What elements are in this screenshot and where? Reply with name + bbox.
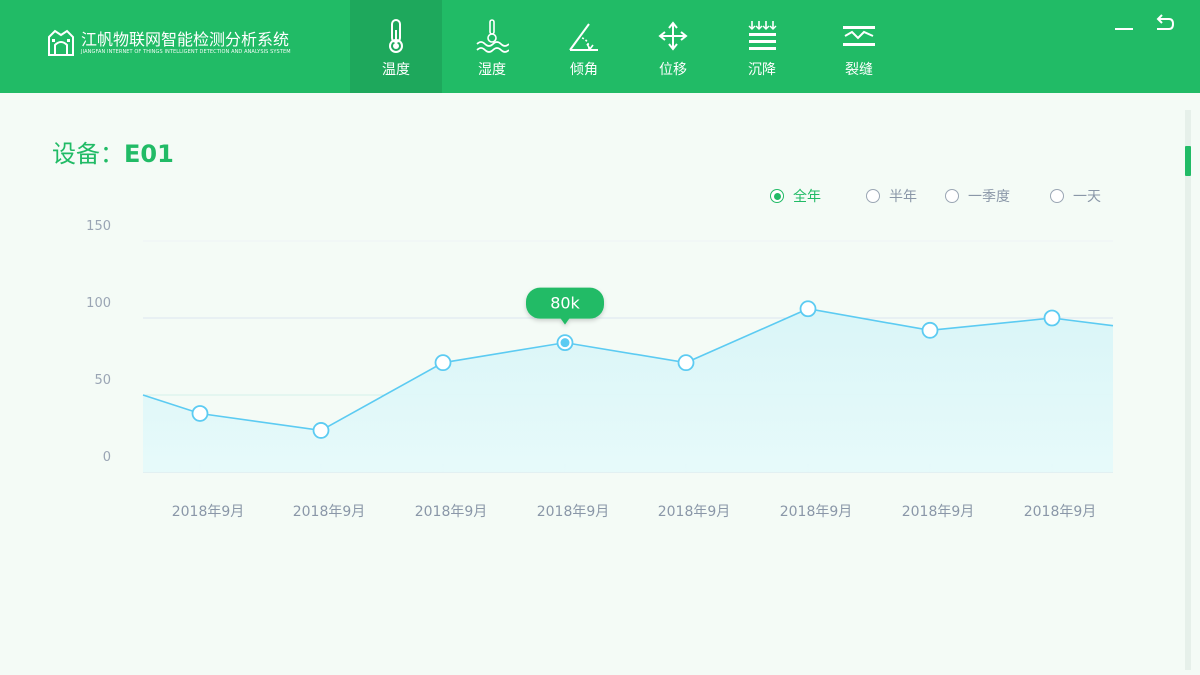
y-tick-label: 100 xyxy=(86,296,111,311)
x-tick-label: 2018年9月 xyxy=(780,504,853,520)
y-tick-label: 150 xyxy=(86,219,111,234)
scrollbar-thumb[interactable] xyxy=(1185,146,1191,176)
x-tick-label: 2018年9月 xyxy=(537,504,610,520)
data-point xyxy=(434,354,452,372)
data-point xyxy=(921,321,939,339)
tooltip-pointer xyxy=(560,317,570,325)
tooltip-text: 80k xyxy=(550,294,580,313)
x-tick-label: 2018年9月 xyxy=(172,504,245,520)
data-point xyxy=(799,300,817,318)
data-point xyxy=(1043,309,1061,327)
data-point xyxy=(191,405,209,422)
x-tick-label: 2018年9月 xyxy=(1024,504,1097,520)
data-point-highlight xyxy=(560,338,570,348)
vertical-scrollbar[interactable] xyxy=(1185,110,1191,670)
temperature-line-chart: 0 50 100 150 2018年9月 2018年9月 2018年9月 2018年9月 201… xyxy=(86,219,1114,520)
chart-area-fill xyxy=(143,308,1113,472)
x-tick-label: 2018年9月 xyxy=(415,504,488,520)
x-tick-label: 2018年9月 xyxy=(293,504,366,520)
data-point xyxy=(677,354,695,372)
y-tick-label: 0 xyxy=(103,450,111,465)
x-tick-label: 2018年9月 xyxy=(902,504,975,520)
x-tick-label: 2018年9月 xyxy=(658,504,731,520)
y-tick-label: 50 xyxy=(94,373,111,388)
data-point xyxy=(312,422,330,439)
